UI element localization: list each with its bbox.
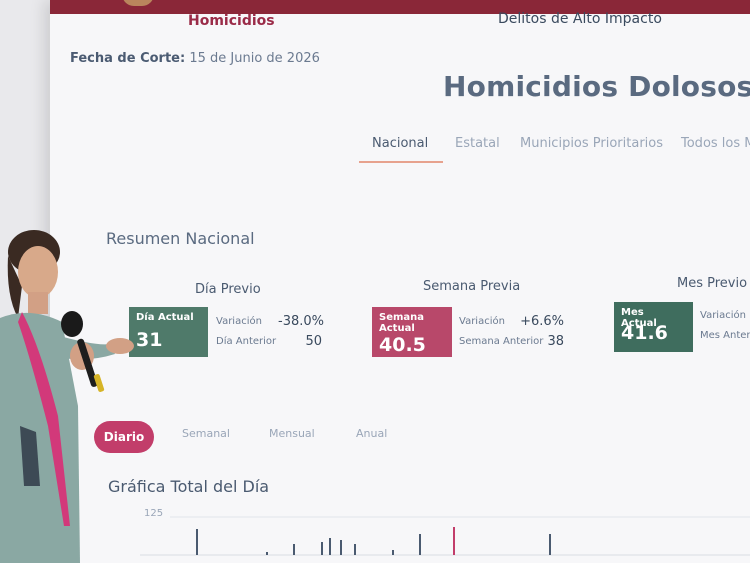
tab-nacional[interactable]: Nacional	[372, 136, 428, 151]
tab-anual[interactable]: Anual	[356, 427, 387, 440]
page-title: Homicidios Dolosos	[443, 70, 750, 103]
chart-bar	[293, 544, 295, 555]
chart-bar	[354, 544, 356, 555]
dia-previo-title: Día Previo	[195, 282, 261, 297]
mes-actual-card: Mes Actual 41.6	[614, 302, 693, 352]
mes-anterior-label: Mes Anterior	[700, 330, 750, 341]
chart-bar	[392, 550, 394, 555]
semana-actual-card: Semana Actual 40.5	[372, 307, 452, 357]
daily-chart	[140, 516, 750, 556]
chart-bar	[340, 540, 342, 555]
tab-mensual[interactable]: Mensual	[269, 427, 315, 440]
chart-bar	[321, 542, 323, 555]
fecha-corte-value: 15 de Junio de 2026	[189, 51, 320, 66]
presentation-photo: Homicidios Delitos de Alto Impacto Fecha…	[0, 0, 750, 563]
tab-municipios-prioritarios[interactable]: Municipios Prioritarios	[520, 136, 663, 151]
semana-variacion-value: +6.6%	[520, 314, 564, 329]
fecha-corte: Fecha de Corte: 15 de Junio de 2026	[70, 51, 320, 66]
mes-variacion-label: Variación	[700, 310, 746, 321]
presenter-figure	[0, 230, 134, 563]
chart-bar	[266, 552, 268, 555]
tab-semanal[interactable]: Semanal	[182, 427, 230, 440]
dia-variacion-value: -38.0%	[278, 314, 324, 329]
semana-anterior-label: Semana Anterior	[459, 336, 544, 347]
chart-bar	[329, 538, 331, 555]
dia-anterior-label: Día Anterior	[216, 336, 277, 347]
dia-actual-label: Día Actual	[136, 312, 194, 323]
semana-actual-value: 40.5	[379, 334, 426, 356]
dia-variacion-label: Variación	[216, 316, 262, 327]
semana-variacion-label: Variación	[459, 316, 505, 327]
dia-anterior-value: 50	[305, 334, 322, 349]
chart-bar	[419, 534, 421, 555]
tab-todos-los-municipios[interactable]: Todos los M	[681, 136, 750, 151]
semana-previa-title: Semana Previa	[423, 279, 521, 294]
chart-bar-highlight	[453, 527, 455, 555]
mes-previo-title: Mes Previo	[677, 276, 748, 291]
fecha-corte-label: Fecha de Corte:	[70, 51, 186, 66]
chart-bar	[196, 529, 198, 555]
nav-homicidios[interactable]: Homicidios	[188, 13, 275, 29]
semana-actual-label: Semana Actual	[379, 312, 425, 334]
chart-bar	[549, 534, 551, 555]
tab-estatal[interactable]: Estatal	[455, 136, 500, 151]
semana-anterior-value: 38	[547, 334, 564, 349]
nav-delitos-alto-impacto[interactable]: Delitos de Alto Impacto	[498, 11, 662, 27]
active-tab-underline	[359, 161, 443, 163]
mes-actual-value: 41.6	[621, 322, 668, 344]
